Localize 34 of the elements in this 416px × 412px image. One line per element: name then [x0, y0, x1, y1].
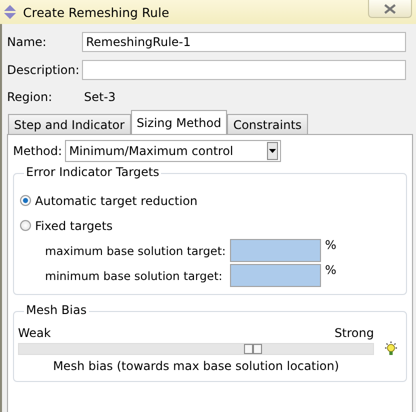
slider-track[interactable]	[18, 343, 374, 355]
caret-icon[interactable]	[269, 149, 276, 153]
field-label: Name:	[7, 35, 48, 49]
field-label: Region:	[7, 90, 54, 104]
tab[interactable]: Constraints	[227, 114, 308, 134]
description-field[interactable]	[82, 60, 406, 80]
close-icon[interactable]	[384, 4, 396, 14]
target-field[interactable]	[230, 264, 321, 287]
window-title: Create Remeshing Rule	[23, 4, 170, 20]
slider-thumb[interactable]	[244, 344, 262, 354]
radio-label: Fixed targets	[35, 218, 113, 232]
unit-label: %	[325, 263, 336, 277]
unit-label: %	[325, 238, 336, 252]
method-dropdown[interactable]: Minimum/Maximum control	[65, 140, 282, 162]
radio-button[interactable]	[20, 195, 31, 206]
field-label: Description:	[7, 63, 80, 77]
region-value: Set-3	[84, 90, 116, 104]
arrows-icon	[3, 5, 17, 19]
tab[interactable]: Sizing Method	[130, 110, 228, 134]
slider-max-label: Strong	[334, 326, 374, 340]
field-label: minimum base solution target:	[45, 268, 224, 282]
target-field[interactable]	[230, 239, 321, 262]
radio-label: Automatic target reduction	[35, 194, 198, 208]
radio-button[interactable]	[20, 220, 31, 231]
slider-caption: Mesh bias (towards max base solution location)	[52, 359, 340, 373]
method-label: Method:	[13, 144, 62, 158]
tab[interactable]: Step and Indicator	[8, 114, 131, 134]
lightbulb-icon[interactable]	[384, 341, 398, 357]
group-title: Error Indicator Targets	[24, 165, 162, 179]
field-label: maximum base solution target:	[45, 244, 227, 258]
group-title: Mesh Bias	[24, 303, 89, 317]
close-button[interactable]	[368, 0, 412, 18]
slider-min-label: Weak	[18, 326, 51, 340]
name-field[interactable]: RemeshingRule-1	[82, 32, 406, 52]
